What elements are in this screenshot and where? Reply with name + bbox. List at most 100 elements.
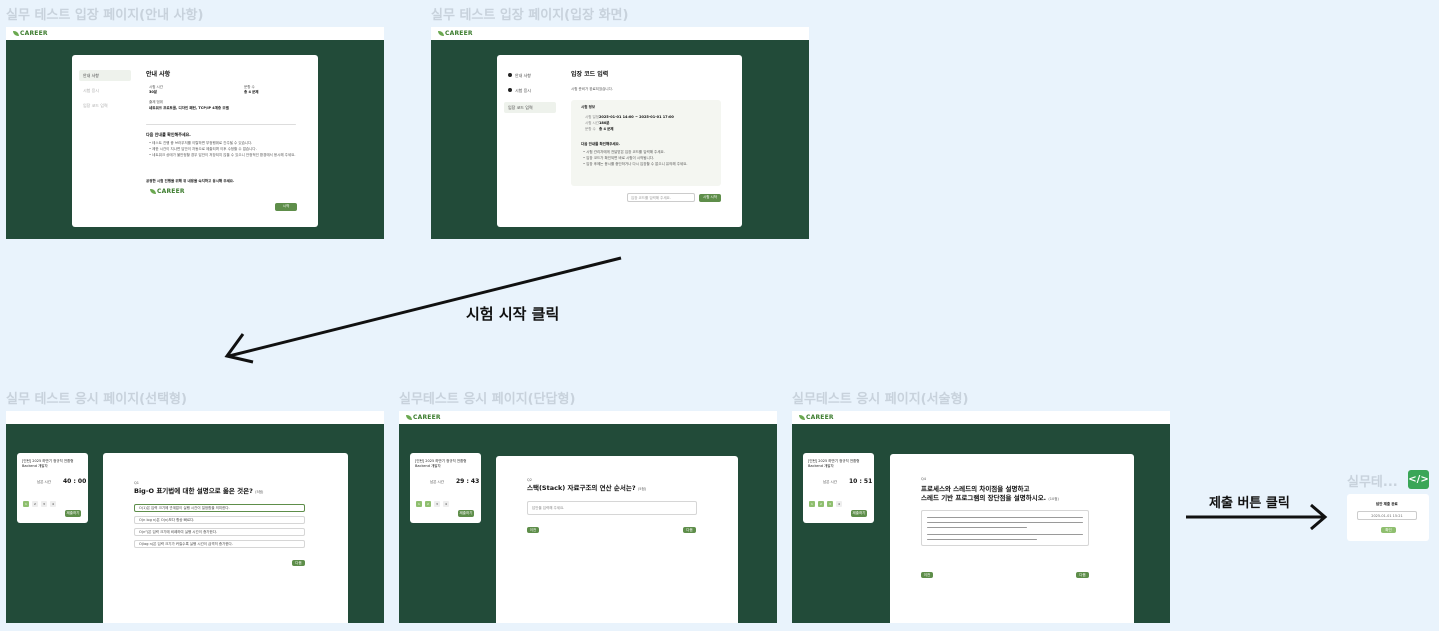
sidebar-item-code[interactable]: 입장 코드 입력 xyxy=(79,100,131,111)
question-number[interactable]: 3 xyxy=(827,501,833,507)
notice-line: • 입장 코드가 확인되면 바로 시험이 시작됩니다. xyxy=(583,156,655,160)
logo: CAREER xyxy=(406,414,441,421)
sidebar-item-code[interactable]: 입장 코드 입력 xyxy=(504,102,556,113)
notice-line: • 테스트 진행 중 브라우저를 이탈하면 부정행위로 간주될 수 있습니다. xyxy=(149,141,253,145)
topbar: CAREER xyxy=(431,27,809,40)
exam-side-card: [인턴] 2025 하반기 정규직 전환형 Backend 개발자 남은 시간 … xyxy=(803,453,874,523)
frame-title-essay: 실무테스트 응시 페이지(서술형) xyxy=(792,392,969,407)
frame-title-choice: 실무 테스트 응시 페이지(선택형) xyxy=(6,392,187,407)
closing-text: 공정한 시험 진행을 위해 위 내용을 숙지하고 응시해 주세요. xyxy=(146,179,235,183)
question-number[interactable]: 4 xyxy=(443,501,449,507)
page-subtitle: 시험 준비가 완료되었습니다. xyxy=(571,87,613,91)
code-icon: </> xyxy=(1408,470,1429,489)
timer-label: 남은 시간 xyxy=(823,480,837,484)
question-number[interactable]: 4 xyxy=(836,501,842,507)
frame-entry: CAREER 안내 사항 시험 응시 입장 코드 입력 입장 코드 입력 시험 … xyxy=(431,27,809,239)
logo-icon xyxy=(438,31,444,36)
page-title: 입장 코드 입력 xyxy=(571,71,609,78)
sidebar-item-guide[interactable]: 안내 사항 xyxy=(79,70,131,81)
topbar: CAREER xyxy=(792,411,1170,424)
info-key: 시험 일정 xyxy=(585,115,599,119)
logo: CAREER xyxy=(438,30,473,37)
timer: 10 : 51 xyxy=(849,478,873,485)
question-number[interactable]: 2 xyxy=(32,501,38,507)
question-card: Q2 스택(Stack) 자료구조의 연산 순서는? (5점) 답안을 입력해 … xyxy=(496,456,738,623)
exam-title: [인턴] 2025 하반기 정규직 전환형 Backend 개발자 xyxy=(415,459,467,468)
submit-button[interactable]: 제출하기 xyxy=(65,510,81,517)
sidebar-item-guide[interactable]: 안내 사항 xyxy=(504,70,556,81)
submit-button[interactable]: 제출하기 xyxy=(851,510,867,517)
answer-text-line xyxy=(927,517,1083,518)
essay-answer-box[interactable] xyxy=(921,510,1089,546)
next-button[interactable]: 다음 xyxy=(683,527,696,533)
question-text-line2: 스레드 기반 프로그램의 장단점을 설명하시오. (10점) xyxy=(921,494,1059,502)
divider xyxy=(146,124,296,125)
topbar: CAREER xyxy=(6,27,384,40)
frame-title-short: 실무테스트 응시 페이지(단답형) xyxy=(399,392,576,407)
option-1[interactable]: O(1)은 입력 크기에 관계없이 실행 시간이 일정함을 의미한다. xyxy=(134,504,305,512)
answer-input[interactable]: 답안을 입력해 주세요. xyxy=(527,501,697,515)
entry-card: 안내 사항 시험 응시 입장 코드 입력 입장 코드 입력 시험 준비가 완료되… xyxy=(497,55,742,227)
logo-icon xyxy=(150,189,156,194)
field-value: 30분 xyxy=(149,90,158,94)
question-number[interactable]: 1 xyxy=(416,501,422,507)
option-2[interactable]: O(n log n)은 O(n)보다 항상 빠르다. xyxy=(134,516,305,524)
notice-line: • 입장 후에는 응시를 중단하거나 다시 입장할 수 없으니 유의해 주세요. xyxy=(583,162,688,166)
field-label: 출제 범위 xyxy=(149,100,163,104)
prev-button[interactable]: 이전 xyxy=(527,527,539,533)
question-text: Big-O 표기법에 대한 설명으로 옳은 것은? (5점) xyxy=(134,487,264,495)
question-number[interactable]: 2 xyxy=(425,501,431,507)
submit-time-box: 2025-01-01 15:21 xyxy=(1357,511,1417,520)
question-number[interactable]: 1 xyxy=(809,501,815,507)
question-number[interactable]: 3 xyxy=(434,501,440,507)
sidebar-item-exam[interactable]: 시험 응시 xyxy=(504,85,556,96)
timer-label: 남은 시간 xyxy=(37,480,51,484)
exam-side-card: [인턴] 2025 하반기 정규직 전환형 Backend 개발자 남은 시간 … xyxy=(17,453,88,523)
notice-title: 다음 안내를 확인해주세요. xyxy=(146,132,191,137)
flow-arrow-icon xyxy=(224,256,622,364)
frame-choice: [인턴] 2025 하반기 정규직 전환형 Backend 개발자 남은 시간 … xyxy=(6,411,384,623)
notice-title: 다음 안내를 확인해주세요. xyxy=(581,142,621,146)
logo-icon xyxy=(799,415,805,420)
timer: 40 : 00 xyxy=(63,478,87,485)
start-button[interactable]: 시작 xyxy=(275,203,297,211)
guide-card: 안내 사항 시험 응시 입장 코드 입력 안내 사항 시험 시간 30분 문항 … xyxy=(72,55,318,227)
info-key: 시험 시간 xyxy=(585,121,599,125)
question-text: 스택(Stack) 자료구조의 연산 순서는? (5점) xyxy=(527,484,647,492)
confirm-button[interactable]: 확인 xyxy=(1381,527,1396,533)
notice-line: • 시험 관리자에게 전달받은 입장 코드를 입력해 주세요. xyxy=(583,150,665,154)
exam-title: [인턴] 2025 하반기 정규직 전환형 Backend 개발자 xyxy=(808,459,860,468)
timer: 29 : 43 xyxy=(456,478,480,485)
info-key: 문항 수 xyxy=(585,127,596,131)
question-number[interactable]: 4 xyxy=(50,501,56,507)
option-3[interactable]: O(n²)은 입력 크기에 비례하여 실행 시간이 증가한다. xyxy=(134,528,305,536)
question-number[interactable]: 1 xyxy=(23,501,29,507)
info-value: 180분 xyxy=(599,121,610,125)
exam-title: [인턴] 2025 하반기 정규직 전환형 Backend 개발자 xyxy=(22,459,74,468)
topbar xyxy=(6,411,384,424)
start-exam-button[interactable]: 시험 시작 xyxy=(699,194,721,202)
question-tag: Q4 xyxy=(921,477,926,481)
next-button[interactable]: 다음 xyxy=(292,560,305,566)
submit-button[interactable]: 제출하기 xyxy=(458,510,474,517)
logo-icon xyxy=(406,415,412,420)
entry-code-input[interactable]: 입장 코드를 입력해 주세요. xyxy=(627,193,695,202)
question-card: Q1 Big-O 표기법에 대한 설명으로 옳은 것은? (5점) O(1)은 … xyxy=(103,453,348,623)
check-icon xyxy=(508,88,512,92)
question-number[interactable]: 3 xyxy=(41,501,47,507)
logo: CAREER xyxy=(799,414,834,421)
frame-short: CAREER [인턴] 2025 하반기 정규직 전환형 Backend 개발자… xyxy=(399,411,777,623)
exam-info-panel: 시험 정보 시험 일정 2025-01-01 14:00 ~ 2025-01-0… xyxy=(571,100,721,186)
question-nav: 1234 xyxy=(809,490,845,509)
field-value: 총 4 문제 xyxy=(244,90,259,94)
question-number[interactable]: 2 xyxy=(818,501,824,507)
info-title: 시험 정보 xyxy=(581,105,596,109)
frame-submit: 답안 제출 완료 2025-01-01 15:21 확인 xyxy=(1347,494,1429,541)
sidebar-item-exam[interactable]: 시험 응시 xyxy=(79,85,131,96)
notice-line: • 제한 시간이 지나면 답안이 자동으로 제출되며 이후 수정할 수 없습니다… xyxy=(149,147,257,151)
next-button[interactable]: 다음 xyxy=(1076,572,1089,578)
prev-button[interactable]: 이전 xyxy=(921,572,933,578)
answer-text-line xyxy=(927,534,1083,535)
option-4[interactable]: O(log n)은 입력 크기가 커질수록 실행 시간이 급격히 증가한다. xyxy=(134,540,305,548)
exam-side-card: [인턴] 2025 하반기 정규직 전환형 Backend 개발자 남은 시간 … xyxy=(410,453,481,523)
